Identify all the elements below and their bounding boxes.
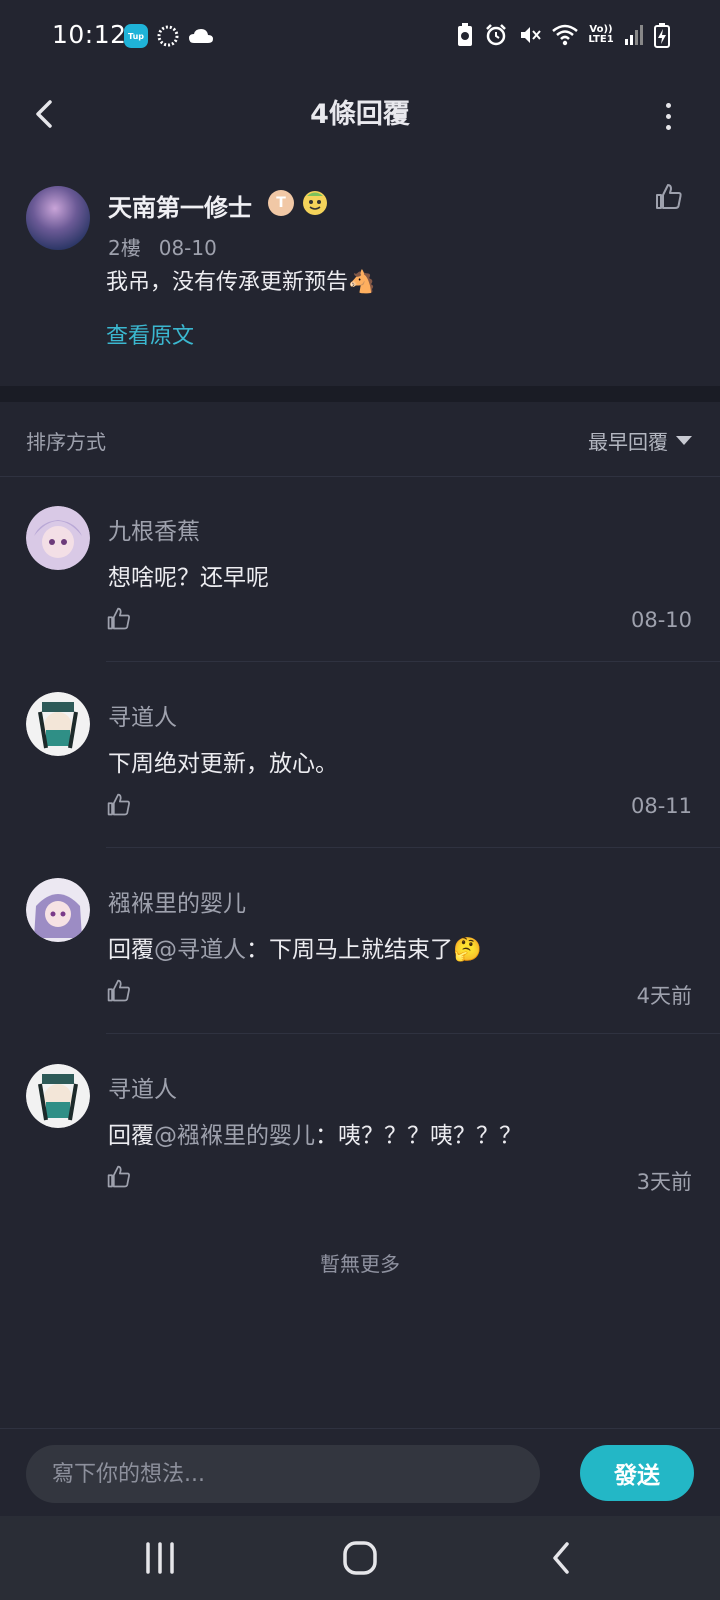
reply-composer: 發送 xyxy=(0,1428,720,1517)
reply-text: 回覆@寻道人：下周马上就结束了🤔 xyxy=(108,930,482,964)
battery-saver-icon xyxy=(458,23,472,46)
thumbs-up-icon[interactable] xyxy=(106,1164,132,1190)
battery-charging-icon xyxy=(654,23,670,48)
mute-icon xyxy=(521,27,541,43)
home-icon[interactable] xyxy=(338,1536,382,1580)
author-name[interactable]: 天南第一修士 xyxy=(108,188,252,223)
reply-item: 九根香蕉 想啥呢？还早呢 08-10 xyxy=(0,476,720,662)
emoji-badge-icon xyxy=(303,191,327,215)
wifi-icon xyxy=(552,24,578,46)
reply-author[interactable]: 寻道人 xyxy=(108,1070,177,1104)
caret-down-icon xyxy=(676,436,692,445)
reply-body: 下周绝对更新，放心。 xyxy=(108,751,338,777)
status-time: 10:12 xyxy=(52,20,127,49)
original-post: 天南第一修士 T 2樓 08-10 我吊，没有传承更新预告🐴 查看原文 xyxy=(0,158,720,386)
thumbs-up-icon[interactable] xyxy=(654,182,684,212)
more-dot-icon xyxy=(665,102,671,108)
sort-label: 排序方式 xyxy=(26,430,106,454)
mention-link[interactable]: @襁褓里的婴儿 xyxy=(154,1123,315,1149)
reply-time: 08-11 xyxy=(630,794,692,818)
thumbs-up-icon[interactable] xyxy=(106,978,132,1004)
page-title: 4條回覆 xyxy=(310,99,410,130)
avatar[interactable] xyxy=(26,1064,90,1128)
reply-text: 下周绝对更新，放心。 xyxy=(108,744,338,778)
sort-bar: 排序方式 最早回覆 xyxy=(0,402,720,477)
more-dot-icon xyxy=(665,113,671,119)
sync-ring-icon xyxy=(157,25,179,47)
send-button[interactable]: 發送 xyxy=(580,1445,694,1501)
reply-author[interactable]: 襁褓里的婴儿 xyxy=(108,884,246,918)
avatar[interactable] xyxy=(26,506,90,570)
view-original-link[interactable]: 查看原文 xyxy=(106,318,194,350)
more-dot-icon xyxy=(665,124,671,130)
avatar[interactable] xyxy=(26,878,90,942)
level-badge: T xyxy=(268,190,294,216)
system-nav-bar xyxy=(0,1516,720,1600)
reply-author[interactable]: 寻道人 xyxy=(108,698,177,732)
reply-item: 寻道人 下周绝对更新，放心。 08-11 xyxy=(0,662,720,848)
thumbs-up-icon[interactable] xyxy=(106,606,132,632)
app-bar: 4條回覆 xyxy=(0,72,720,159)
sort-dropdown[interactable]: 最早回覆 xyxy=(588,426,692,455)
reply-time: 4天前 xyxy=(636,984,692,1008)
thumbs-up-icon[interactable] xyxy=(106,792,132,818)
end-of-list-note: 暫無更多 xyxy=(320,1252,400,1276)
reply-text: 回覆@襁褓里的婴儿：咦？？？咦？？？ xyxy=(108,1116,522,1150)
reply-prefix: 回覆 xyxy=(108,1123,154,1149)
reply-item: 襁褓里的婴儿 回覆@寻道人：下周马上就结束了🤔 4天前 xyxy=(0,848,720,1034)
reply-time: 3天前 xyxy=(636,1170,692,1194)
post-meta: 2樓 08-10 xyxy=(108,232,217,261)
reply-body: ：下周马上就结束了🤔 xyxy=(246,937,482,963)
reply-item: 寻道人 回覆@襁褓里的婴儿：咦？？？咦？？？ 3天前 xyxy=(0,1034,720,1220)
reply-input[interactable] xyxy=(26,1445,540,1503)
reply-body: ：咦？？？咦？？？ xyxy=(315,1123,522,1149)
mention-link[interactable]: @寻道人 xyxy=(154,937,246,963)
post-text: 我吊，没有传承更新预告🐴 xyxy=(106,270,376,295)
alarm-icon xyxy=(486,24,506,46)
post-date: 08-10 xyxy=(158,236,217,260)
reply-time: 08-10 xyxy=(630,608,692,632)
more-options-button[interactable] xyxy=(656,96,680,136)
recent-apps-icon[interactable] xyxy=(138,1536,182,1580)
sort-selected-value: 最早回覆 xyxy=(588,430,668,454)
tup-app-icon: Tup xyxy=(124,24,148,48)
status-bar: 10:12 Tup Vo)) LTE1 xyxy=(0,0,720,72)
section-divider xyxy=(0,386,720,402)
back-nav-icon[interactable] xyxy=(540,1536,584,1580)
floor-number: 2樓 xyxy=(108,236,141,260)
reply-text: 想啥呢？还早呢 xyxy=(108,558,269,592)
reply-body: 想啥呢？还早呢 xyxy=(108,565,269,591)
cloud-icon xyxy=(189,29,213,43)
reply-prefix: 回覆 xyxy=(108,937,154,963)
reply-author[interactable]: 九根香蕉 xyxy=(108,512,200,546)
volte-indicator: Vo)) LTE1 xyxy=(588,24,614,45)
avatar[interactable] xyxy=(26,692,90,756)
avatar[interactable] xyxy=(26,186,90,250)
signal-icon xyxy=(625,25,643,45)
